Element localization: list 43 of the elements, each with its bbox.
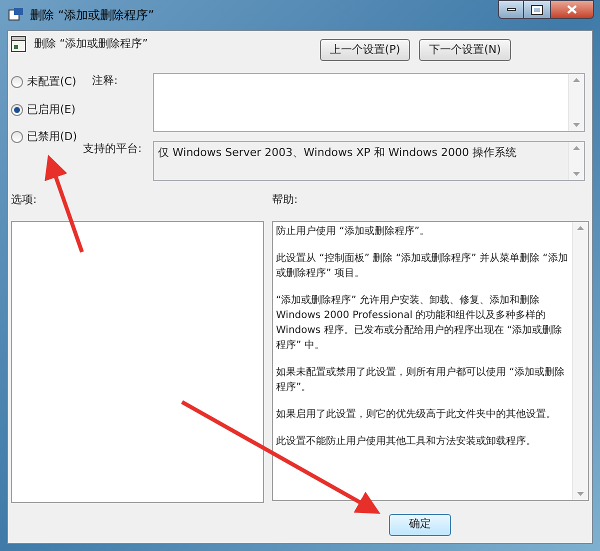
help-paragraph: 此设置从 “控制面板” 删除 “添加或删除程序” 并从菜单删除 “添加或删除程序” 项目。 [276,252,569,280]
radio-label: 已启用(E) [27,102,76,118]
ok-button[interactable]: 确定 [389,514,451,536]
help-paragraph: 如果启用了此设置，则它的优先级高于此文件夹中的其他设置。 [276,408,557,422]
comment-label: 注释: [91,73,119,89]
policy-icon [11,36,26,52]
scroll-down-icon [577,492,584,496]
scrollbar[interactable] [568,142,584,180]
help-paragraph: “添加或删除程序” 允许用户安装、卸载、修复、添加和删除 Windows 2000 Professional 的功能和组件以及多种多样的 Windows 程序。已发布或分配给用户的程序出现在 “添加或删除程序” 中。 [276,294,564,352]
help-paragraph: 此设置不能防止用户使用其他工具和方法安装或卸载程序。 [276,434,537,448]
minimize-button[interactable] [498,0,524,19]
options-label: 选项: [11,192,38,208]
radio-option[interactable]: 已禁用(D) [11,129,83,146]
help-label: 帮助: [272,192,298,208]
close-icon [567,5,577,14]
scrollbar[interactable] [568,74,584,131]
scroll-down-icon [573,123,580,127]
radio-label: 已禁用(D) [27,129,78,145]
platform-label: 支持的平台: [83,141,143,157]
maximize-icon [532,6,542,14]
scroll-up-icon [573,78,580,82]
scroll-up-icon [577,226,584,230]
radio-option[interactable]: 已启用(E) [11,102,83,118]
scrollbar[interactable] [572,222,588,500]
comment-field[interactable] [153,73,585,132]
radio-button[interactable] [11,131,23,144]
maximize-button[interactable] [524,0,550,19]
help-paragraph: 如果未配置或禁用了此设置，则所有用户都可以使用 “添加或删除程序”。 [276,366,566,394]
close-button[interactable] [550,0,594,19]
platform-text: 仅 Windows Server 2003、Windows XP 和 Windows 2000 操作系统 [157,145,518,161]
policy-icon [8,8,24,22]
minimize-icon [506,8,516,11]
scroll-down-icon [573,172,580,176]
radio-button[interactable] [11,104,23,116]
scroll-up-icon [573,146,580,150]
policy-title: 删除 “添加或删除程序” [34,36,148,52]
nav-button[interactable]: 下一个设置(N) [419,39,511,61]
radio-button[interactable] [11,76,23,88]
help-paragraph: 防止用户使用 “添加或删除程序”。 [276,224,431,238]
nav-button[interactable]: 上一个设置(P) [320,39,410,61]
window-title: 删除 “添加或删除程序” [30,7,154,24]
radio-option[interactable]: 未配置(C) [11,74,83,90]
radio-label: 未配置(C) [27,74,76,90]
